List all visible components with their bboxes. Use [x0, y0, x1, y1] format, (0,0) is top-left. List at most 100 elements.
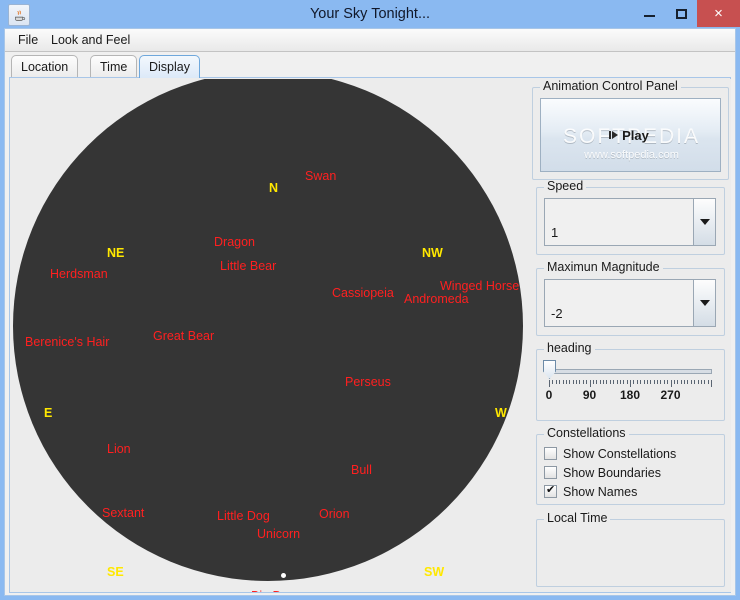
slider-tick — [640, 380, 641, 384]
slider-tick-label: 0 — [545, 388, 553, 402]
constellation-label: Little Bear — [220, 259, 277, 273]
menu-item-look-and-feel[interactable]: Look and Feel — [46, 32, 135, 49]
maximize-button[interactable] — [665, 0, 697, 27]
slider-tick — [681, 380, 682, 384]
constellation-label: Berenice's Hair — [25, 335, 110, 349]
maximize-icon — [675, 8, 687, 19]
slider-tick — [583, 380, 584, 384]
slider-tick — [687, 380, 688, 384]
local-time-title: Local Time — [544, 512, 611, 525]
checkbox-label: Show Names — [563, 484, 638, 499]
slider-tick — [698, 380, 699, 384]
heading-group: heading 0 90 180 270 — [536, 342, 725, 421]
heading-title: heading — [544, 342, 595, 355]
play-button-label: Play — [622, 127, 649, 143]
magnitude-dropdown-button[interactable] — [693, 280, 715, 326]
maximum-magnitude-group: Maximun Magnitude -2 — [536, 261, 725, 336]
checkbox-show-boundaries[interactable]: Show Boundaries — [544, 464, 661, 481]
slider-tick — [704, 380, 705, 384]
tab-location[interactable]: Location — [11, 55, 79, 78]
constellation-label: Cassiopeia — [332, 286, 394, 300]
slider-tick — [671, 380, 672, 387]
slider-tick — [650, 380, 651, 384]
constellation-label: Bull — [351, 463, 372, 477]
tab-time[interactable]: Time — [90, 55, 138, 78]
controls-column: Animation Control Panel SOFTPEDIA www.so… — [526, 79, 731, 592]
menu-bar: File Look and Feel — [5, 29, 735, 52]
slider-tick — [563, 380, 564, 384]
sky-horizon-disc — [13, 79, 523, 581]
constellation-label: Lion — [107, 442, 131, 456]
compass-direction-label: E — [44, 406, 53, 420]
local-time-group: Local Time — [536, 512, 725, 587]
slider-tick — [623, 380, 624, 384]
checkbox-show-constellations[interactable]: Show Constellations — [544, 445, 676, 462]
slider-tick — [630, 380, 631, 387]
slider-tick — [677, 380, 678, 384]
title-bar: Your Sky Tonight... × — [0, 0, 740, 28]
minimize-button[interactable] — [633, 0, 665, 27]
constellations-group: Constellations Show Constellations Show … — [536, 427, 725, 505]
sky-map[interactable]: Swan Dragon Little Bear Herdsman Cassiopeia W… — [11, 79, 523, 592]
speed-title: Speed — [544, 180, 587, 193]
slider-tick — [684, 380, 685, 384]
slider-tick — [660, 380, 661, 384]
slider-tick — [633, 380, 634, 384]
slider-tick — [620, 380, 621, 384]
star-point — [281, 573, 286, 578]
display-tab-content: Swan Dragon Little Bear Herdsman Cassiopeia W… — [9, 77, 731, 593]
constellation-label: Winged Horse — [440, 279, 520, 293]
slider-tick — [647, 380, 648, 384]
heading-slider-thumb[interactable] — [543, 360, 556, 379]
magnitude-combobox[interactable]: -2 — [544, 279, 716, 327]
constellation-label: Andromeda — [404, 292, 469, 306]
compass-direction-label: NE — [107, 246, 125, 260]
magnitude-value: -2 — [551, 306, 563, 321]
compass-direction-label: NW — [422, 246, 443, 260]
slider-tick — [586, 380, 587, 384]
chevron-down-icon — [699, 300, 710, 306]
heading-slider-track[interactable] — [549, 369, 712, 374]
close-button[interactable]: × — [697, 0, 740, 27]
checkbox-show-names[interactable]: Show Names — [544, 483, 637, 500]
slider-tick — [691, 380, 692, 384]
constellation-label: Swan — [305, 169, 337, 183]
slider-tick — [566, 380, 567, 384]
checkbox-box[interactable] — [544, 466, 557, 479]
slider-tick — [667, 380, 668, 384]
constellation-label: Big Dog — [251, 590, 295, 592]
slider-tick — [644, 380, 645, 384]
slider-tick — [674, 380, 675, 384]
checkbox-box[interactable] — [544, 484, 557, 498]
slider-tick — [569, 380, 570, 384]
slider-tick — [657, 380, 658, 384]
checkbox-label: Show Constellations — [563, 446, 677, 461]
slider-tick — [694, 380, 695, 384]
checkbox-label: Show Boundaries — [563, 465, 661, 480]
menu-item-file[interactable]: File — [13, 32, 43, 49]
slider-tick — [549, 380, 550, 387]
play-button-content: Play — [609, 127, 649, 143]
checkbox-box[interactable] — [544, 447, 557, 460]
speed-combobox[interactable]: 1 — [544, 198, 716, 246]
slider-tick — [556, 380, 557, 384]
slider-tick-label: 270 — [660, 388, 681, 402]
window-title: Your Sky Tonight... — [309, 6, 431, 22]
constellation-label: Little Dog — [217, 509, 270, 523]
slider-tick — [559, 380, 560, 384]
constellations-title: Constellations — [544, 427, 629, 440]
minimize-icon — [643, 15, 655, 17]
tab-display[interactable]: Display — [139, 55, 200, 78]
play-button[interactable]: SOFTPEDIA www.softpedia.com Play — [540, 98, 721, 172]
play-triangle-icon — [609, 131, 619, 139]
speed-dropdown-button[interactable] — [693, 199, 715, 245]
slider-tick — [593, 380, 594, 384]
maximum-magnitude-title: Maximun Magnitude — [544, 261, 663, 274]
slider-tick — [701, 380, 702, 384]
constellation-label: Herdsman — [50, 267, 108, 281]
application-window: Your Sky Tonight... × File Look and Feel… — [0, 0, 740, 600]
slider-tick — [610, 380, 611, 384]
compass-direction-label: N — [269, 181, 279, 195]
slider-tick — [708, 380, 709, 384]
constellation-label: Sextant — [102, 506, 145, 520]
